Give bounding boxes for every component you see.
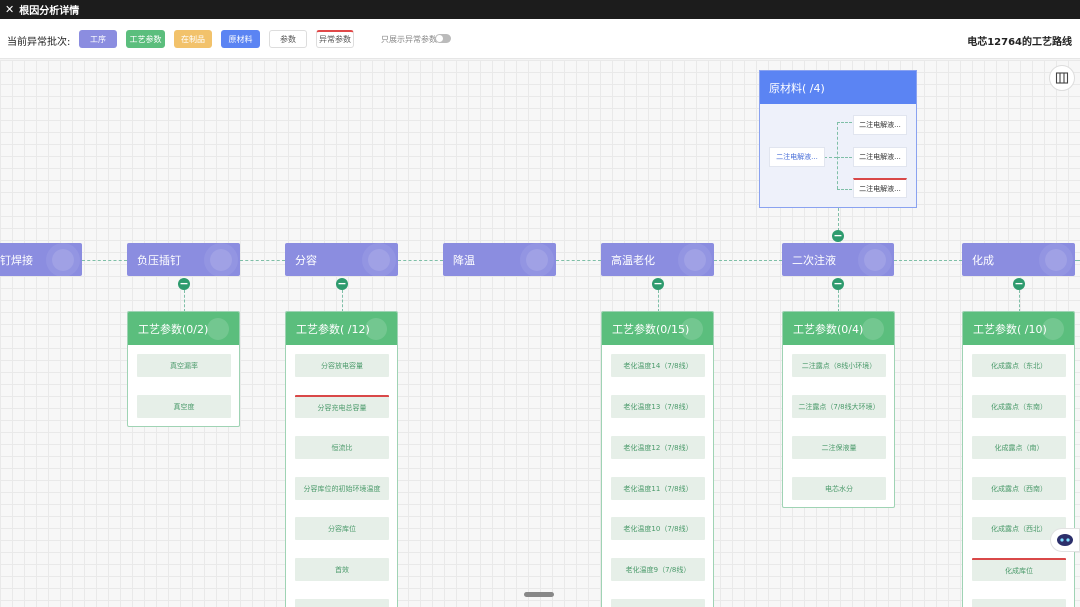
process-node[interactable]: 分容 — [285, 243, 398, 276]
param-card-title: 工艺参数(0/15) — [602, 312, 713, 345]
legend-process[interactable]: 工序 — [79, 30, 117, 48]
param-card: 工艺参数( /12) 分容放电容量 分容充电总容量 恒流比 分容库位的初始环境温… — [285, 311, 398, 607]
param-connector — [184, 290, 185, 312]
raw-material-item[interactable]: 二注电解液... — [853, 147, 907, 167]
flow-canvas[interactable]: 钉焊接 负压插钉 分容 降温 高温老化 二次注液 化成 − − − − − − … — [0, 60, 1080, 607]
map-icon[interactable] — [1049, 65, 1075, 91]
param-card-title: 工艺参数( /12) — [286, 312, 397, 345]
param-item[interactable]: 分容测试温度 — [295, 599, 389, 607]
raw-material-abnormal-item[interactable]: 二注电解液... — [853, 178, 907, 198]
param-item[interactable]: 恒流比 — [295, 436, 389, 459]
process-node[interactable]: 负压插钉 — [127, 243, 240, 276]
param-connector — [1019, 290, 1020, 312]
batch-label: 当前异常批次: — [7, 37, 71, 48]
raw-material-connector — [837, 157, 852, 158]
flow-edge — [398, 260, 443, 261]
param-item[interactable]: 分容库位 — [295, 517, 389, 540]
legend-bar: 当前异常批次: 工序 工艺参数 在制品 原材料 参数 异常参数 只展示异常参数 … — [0, 19, 1080, 59]
param-card: 工艺参数( /10) 化成露点（东北） 化成露点（东南） 化成露点（南） 化成露… — [962, 311, 1075, 607]
process-label: 化成 — [972, 253, 994, 267]
param-item[interactable]: 分容放电容量 — [295, 354, 389, 377]
route-title: 电芯12764的工艺路线 — [967, 37, 1072, 48]
raw-material-connector — [837, 122, 838, 189]
param-item[interactable]: 化成露点（东南） — [972, 395, 1066, 418]
param-item[interactable]: 化成露点（西南） — [972, 477, 1066, 500]
raw-material-card: 原材料( /4) 二注电解液... 二注电解液... 二注电解液... 二注电解… — [759, 70, 917, 208]
param-connector — [658, 290, 659, 312]
title-bar: ✕ 根因分析详情 — [0, 0, 1080, 19]
param-item[interactable]: 老化温度10（7/8线） — [611, 517, 705, 540]
legend-param[interactable]: 参数 — [269, 30, 307, 48]
process-label: 分容 — [295, 253, 317, 267]
param-item[interactable]: 分容库位的初始环境温度 — [295, 477, 389, 500]
flow-edge — [894, 260, 962, 261]
process-label: 钉焊接 — [0, 253, 33, 267]
toggle-label: 只展示异常参数 — [381, 35, 437, 44]
window-title: 根因分析详情 — [19, 6, 80, 17]
process-node[interactable]: 降温 — [443, 243, 556, 276]
param-item[interactable]: 老化温度14（7/8线） — [611, 354, 705, 377]
process-node[interactable]: 钉焊接 — [0, 243, 82, 276]
param-item[interactable]: 真空度 — [137, 395, 231, 418]
process-node[interactable]: 高温老化 — [601, 243, 714, 276]
param-item[interactable]: 二注保液量 — [792, 436, 886, 459]
collapse-icon[interactable]: − — [1013, 278, 1025, 290]
flow-edge — [1075, 260, 1080, 261]
param-item[interactable]: 老化温度11（7/8线） — [611, 477, 705, 500]
drag-handle[interactable] — [524, 592, 554, 597]
legend-raw-material[interactable]: 原材料 — [221, 30, 260, 48]
param-item[interactable]: 老化温度9（7/8线） — [611, 558, 705, 581]
param-item[interactable]: 化成库位温度 — [972, 599, 1066, 607]
legend-abnormal-param[interactable]: 异常参数 — [316, 30, 354, 48]
param-item[interactable]: 电芯水分 — [792, 477, 886, 500]
raw-material-connector — [837, 122, 852, 123]
flow-edge — [714, 260, 782, 261]
process-label: 降温 — [453, 253, 475, 267]
raw-material-source[interactable]: 二注电解液... — [769, 147, 825, 167]
param-card: 工艺参数(0/4) 二注露点（8线小环境） 二注露点（7/8线大环境） 二注保液… — [782, 311, 895, 508]
process-label: 负压插钉 — [137, 253, 181, 267]
flow-edge — [556, 260, 601, 261]
param-item[interactable]: 老化温度8（7/8线） — [611, 599, 705, 607]
process-node[interactable]: 二次注液 — [782, 243, 894, 276]
param-item[interactable]: 真空漏率 — [137, 354, 231, 377]
legend-process-param[interactable]: 工艺参数 — [126, 30, 165, 48]
param-card: 工艺参数(0/15) 老化温度14（7/8线） 老化温度13（7/8线） 老化温… — [601, 311, 714, 607]
robot-icon[interactable] — [1050, 528, 1080, 552]
raw-material-connector — [824, 157, 837, 158]
param-card-title: 工艺参数(0/2) — [128, 312, 239, 345]
flow-edge — [240, 260, 285, 261]
collapse-icon[interactable]: − — [178, 278, 190, 290]
process-label: 高温老化 — [611, 253, 655, 267]
close-icon[interactable]: ✕ — [5, 3, 14, 16]
param-item[interactable]: 老化温度12（7/8线） — [611, 436, 705, 459]
abnormal-only-toggle[interactable] — [435, 34, 451, 43]
collapse-icon[interactable]: − — [652, 278, 664, 290]
collapse-icon[interactable]: − — [832, 278, 844, 290]
collapse-icon[interactable]: − — [832, 230, 844, 242]
raw-material-item[interactable]: 二注电解液... — [853, 115, 907, 135]
param-item[interactable]: 老化温度13（7/8线） — [611, 395, 705, 418]
param-card-title: 工艺参数(0/4) — [783, 312, 894, 345]
param-item[interactable]: 二注露点（8线小环境） — [792, 354, 886, 377]
process-label: 二次注液 — [792, 253, 836, 267]
abnormal-param-item[interactable]: 化成库位 — [972, 558, 1066, 581]
param-card: 工艺参数(0/2) 真空漏率 真空度 — [127, 311, 240, 427]
param-card-title: 工艺参数( /10) — [963, 312, 1074, 345]
raw-material-connector — [837, 189, 852, 190]
param-item[interactable]: 首效 — [295, 558, 389, 581]
abnormal-param-item[interactable]: 分容充电总容量 — [295, 395, 389, 418]
param-item[interactable]: 化成露点（南） — [972, 436, 1066, 459]
param-connector — [838, 290, 839, 312]
collapse-icon[interactable]: − — [336, 278, 348, 290]
raw-material-title: 原材料( /4) — [760, 71, 916, 104]
legend-wip[interactable]: 在制品 — [174, 30, 212, 48]
flow-edge — [82, 260, 127, 261]
param-item[interactable]: 二注露点（7/8线大环境） — [792, 395, 886, 418]
param-item[interactable]: 化成露点（东北） — [972, 354, 1066, 377]
param-connector — [342, 290, 343, 312]
process-node[interactable]: 化成 — [962, 243, 1075, 276]
